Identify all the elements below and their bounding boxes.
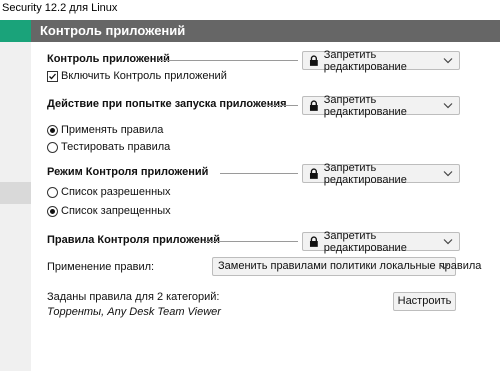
separator-line [205,241,298,242]
separator-line [158,60,298,61]
nav-accent-item[interactable] [0,20,31,42]
checkbox-box[interactable] [47,70,58,82]
lock-dropdown-mode[interactable]: Запретить редактирование [302,161,460,186]
rules-categories-text: Торренты, Any Desk Team Viewer [47,306,221,318]
apply-rules-dropdown[interactable]: Заменить правилами политики локальные пр… [212,257,481,276]
chevron-down-icon [443,103,453,109]
radio-label: Тестировать правила [61,141,171,153]
chevron-down-icon [443,171,453,177]
radio-button[interactable] [47,124,58,136]
lock-dropdown-launch-action[interactable]: Запретить редактирование [302,93,460,118]
section-title-app-control: Контроль приложений [47,53,170,65]
chevron-down-icon [439,264,449,270]
left-nav-strip [0,20,31,371]
lock-icon [309,236,318,247]
radio-label: Список разрешенных [61,186,171,198]
rules-defined-label: Заданы правила для 2 категорий: [47,291,220,303]
nav-selected-item[interactable] [0,182,31,204]
lock-dropdown-label: Запретить редактирование [323,229,407,254]
radio-button[interactable] [47,186,58,198]
chevron-down-icon [443,239,453,245]
configure-button[interactable]: Настроить [393,292,456,311]
lock-icon [309,168,318,179]
radio-allow-list[interactable]: Список разрешенных [47,186,171,198]
radio-deny-list[interactable]: Список запрещенных [47,205,171,217]
page-header: Контроль приложений [31,20,500,42]
radio-test-rules[interactable]: Тестировать правила [47,141,170,153]
lock-icon [309,55,318,66]
lock-dropdown-label: Запретить редактирование [323,161,407,186]
separator-line [267,105,298,106]
separator-line [220,173,298,174]
section-title-launch-action: Действие при попытке запуска приложения [47,98,287,110]
radio-label: Список запрещенных [61,205,171,217]
section-title-rules: Правила Контроля приложений [47,234,221,246]
lock-dropdown-rules[interactable]: Запретить редактирование [302,229,460,254]
lock-dropdown-label: Запретить редактирование [323,48,407,73]
section-title-mode: Режим Контроля приложений [47,166,209,178]
lock-dropdown-app-control[interactable]: Запретить редактирование [302,48,460,73]
chevron-down-icon [443,58,453,64]
lock-icon [309,100,318,111]
checkmark-icon [49,73,56,79]
window-title: Security 12.2 для Linux [0,0,500,20]
enable-app-control-checkbox[interactable]: Включить Контроль приложений [47,70,227,82]
lock-dropdown-label: Запретить редактирование [323,93,407,118]
apply-rules-label: Применение правил: [47,261,155,273]
checkbox-label: Включить Контроль приложений [61,70,227,82]
radio-button[interactable] [47,141,58,153]
radio-label: Применять правила [61,124,164,136]
radio-apply-rules[interactable]: Применять правила [47,124,163,136]
radio-button[interactable] [47,205,58,217]
